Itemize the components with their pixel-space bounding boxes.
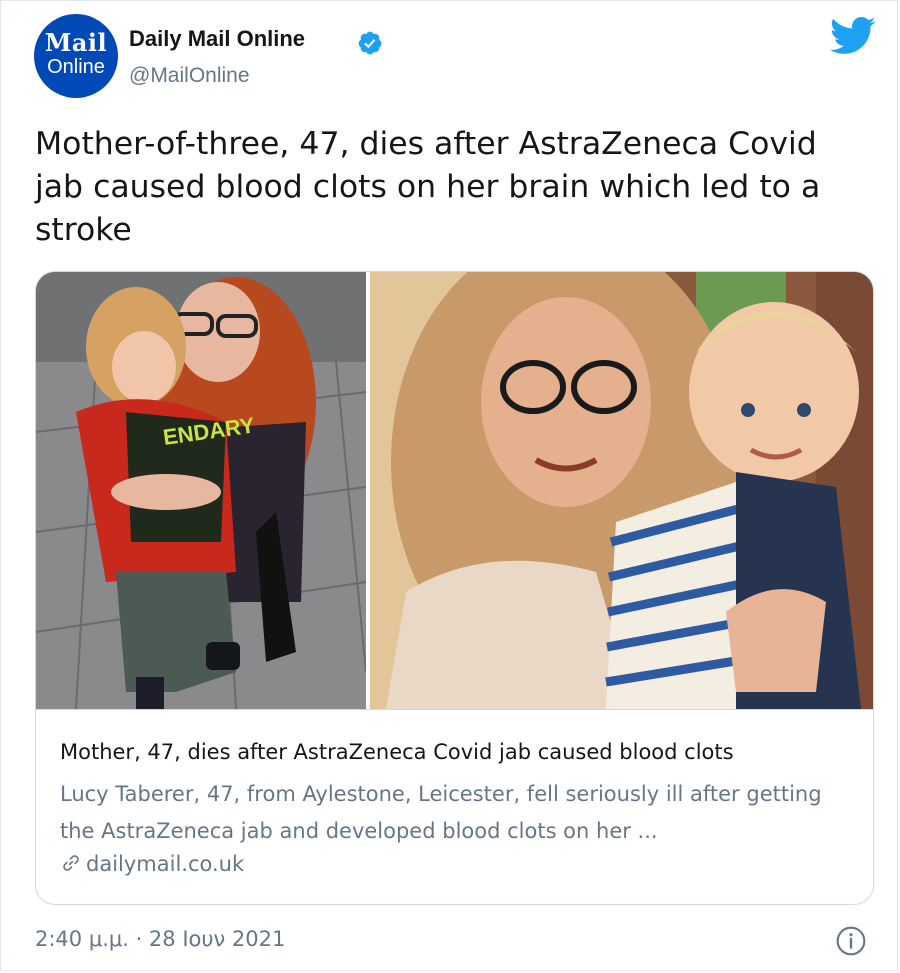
twitter-bird-icon[interactable]	[830, 16, 876, 56]
tweet-timestamp[interactable]: 2:40 μ.μ. · 28 Ιουν 2021	[35, 927, 285, 951]
link-preview-card[interactable]: ENDARY Mother, 47, dies after AstraZenec…	[35, 271, 874, 905]
avatar-logo-line2: Online	[47, 56, 105, 78]
tweet-text: Mother-of-three, 47, dies after AstraZen…	[35, 126, 821, 248]
card-images[interactable]: ENDARY	[36, 272, 873, 710]
card-domain-text: dailymail.co.uk	[86, 852, 245, 876]
card-image-left: ENDARY	[36, 272, 367, 709]
card-domain[interactable]: dailymail.co.uk	[60, 852, 244, 876]
card-image-right	[370, 272, 873, 709]
link-icon	[63, 855, 79, 871]
verified-badge-icon	[358, 31, 382, 55]
card-description: Lucy Taberer, 47, from Aylestone, Leices…	[60, 782, 822, 843]
avatar[interactable]: Mail Online	[34, 14, 118, 98]
account-name[interactable]: Daily Mail Online	[129, 26, 305, 52]
info-icon[interactable]	[835, 925, 867, 957]
card-title[interactable]: Mother, 47, dies after AstraZeneca Covid…	[60, 740, 734, 764]
tweet-card: Mail Online Daily Mail Online @MailOnlin…	[0, 0, 898, 971]
account-handle[interactable]: @MailOnline	[129, 64, 250, 88]
avatar-logo-line1: Mail	[44, 28, 108, 57]
